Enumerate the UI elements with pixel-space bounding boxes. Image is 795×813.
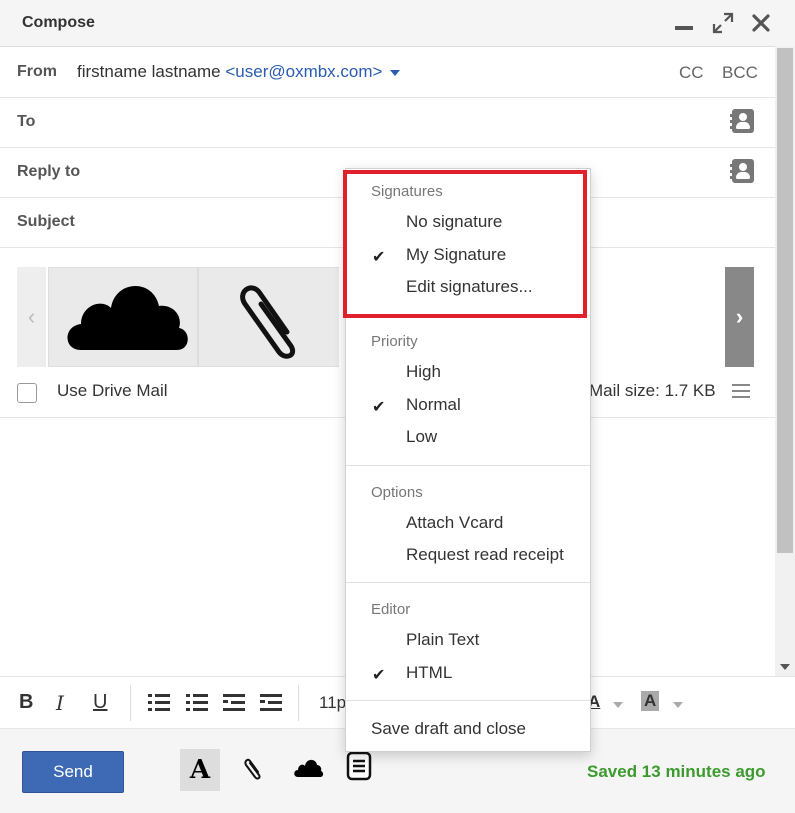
scrollbar-thumb[interactable] <box>777 48 793 553</box>
menu-item-label: Normal <box>406 395 461 414</box>
attachment-thumbnail[interactable] <box>198 267 339 367</box>
menu-item-no-signature[interactable]: No signature <box>346 208 590 238</box>
menu-item-save-draft[interactable]: Save draft and close <box>346 715 590 745</box>
cloud-icon <box>67 285 188 350</box>
chevron-down-icon[interactable] <box>613 702 623 708</box>
to-row[interactable]: To <box>0 97 775 148</box>
indent-icon[interactable] <box>260 693 282 713</box>
checkmark-icon: ✔ <box>372 667 386 684</box>
from-row: From firstname lastname <user@oxmbx.com>… <box>0 47 775 98</box>
menu-item-label: HTML <box>406 663 453 682</box>
bcc-toggle[interactable]: BCC <box>722 63 758 83</box>
menu-item-label: My Signature <box>406 245 507 264</box>
from-sender[interactable]: firstname lastname <user@oxmbx.com> <box>77 62 401 82</box>
menu-item-priority-normal[interactable]: ✔ Normal <box>346 391 590 421</box>
bullet-list-icon[interactable] <box>148 693 170 713</box>
menu-divider <box>346 315 590 316</box>
from-email: <user@oxmbx.com> <box>225 62 383 81</box>
menu-item-label: Attach Vcard <box>406 513 504 532</box>
checkmark-icon: ✔ <box>372 249 386 266</box>
from-name: firstname lastname <box>77 62 221 81</box>
text-format-icon[interactable]: A <box>180 749 220 791</box>
options-heading: Options <box>371 484 423 501</box>
compose-titlebar: Compose <box>0 0 795 47</box>
from-label: From <box>17 63 57 80</box>
close-icon[interactable] <box>748 10 774 36</box>
bold-button[interactable]: B <box>19 691 33 714</box>
toolbar-divider <box>130 685 131 721</box>
vertical-scrollbar[interactable] <box>775 46 795 676</box>
menu-item-label: Request read receipt <box>406 545 564 564</box>
saved-status: Saved 13 minutes ago <box>587 762 766 781</box>
menu-item-label: Plain Text <box>406 630 480 649</box>
menu-item-my-signature[interactable]: ✔ My Signature <box>346 241 590 271</box>
menu-item-label: No signature <box>406 212 503 231</box>
attachment-thumbnail[interactable] <box>48 267 198 367</box>
reply-to-label: Reply to <box>17 163 81 180</box>
editor-heading: Editor <box>371 601 411 618</box>
menu-item-label: Save draft and close <box>371 719 526 738</box>
underline-button[interactable]: U <box>93 691 107 714</box>
list-view-icon[interactable] <box>732 384 750 398</box>
menu-item-label: High <box>406 362 441 381</box>
chevron-down-icon[interactable] <box>390 69 401 76</box>
cc-toggle[interactable]: CC <box>679 63 704 83</box>
to-label: To <box>17 113 36 130</box>
subject-label: Subject <box>17 213 75 230</box>
menu-item-attach-vcard[interactable]: Attach Vcard <box>346 509 590 539</box>
expand-icon[interactable] <box>710 10 736 36</box>
menu-item-html[interactable]: ✔ HTML <box>346 659 590 689</box>
signatures-heading: Signatures <box>371 183 443 200</box>
cloud-icon[interactable] <box>291 755 325 788</box>
use-drive-mail-label: Use Drive Mail <box>57 381 168 400</box>
options-menu-icon[interactable] <box>346 751 372 788</box>
scroll-right-icon[interactable]: › <box>725 267 754 367</box>
minimize-icon[interactable] <box>671 10 697 36</box>
menu-item-read-receipt[interactable]: Request read receipt <box>346 541 590 571</box>
menu-item-label: Low <box>406 427 438 446</box>
mail-size: Mail size: 1.7 KB <box>589 381 716 400</box>
menu-divider <box>346 465 590 466</box>
send-button[interactable]: Send <box>22 751 124 793</box>
checkmark-icon: ✔ <box>372 399 386 416</box>
outdent-icon[interactable] <box>223 693 245 713</box>
window-title: Compose <box>22 14 95 31</box>
priority-heading: Priority <box>371 333 418 350</box>
compose-options-menu: Signatures No signature ✔ My Signature E… <box>345 168 591 752</box>
menu-item-label: Edit signatures... <box>406 277 533 296</box>
scroll-down-icon[interactable] <box>780 664 790 670</box>
address-book-icon[interactable] <box>730 109 754 133</box>
font-size-select[interactable]: 11p <box>319 693 346 713</box>
menu-divider <box>346 700 590 701</box>
numbered-list-icon[interactable] <box>186 693 208 713</box>
scroll-left-icon[interactable]: ‹ <box>17 267 46 367</box>
menu-item-priority-high[interactable]: High <box>346 358 590 388</box>
address-book-icon[interactable] <box>730 159 754 183</box>
menu-divider <box>346 582 590 583</box>
paperclip-icon[interactable] <box>241 755 267 788</box>
menu-item-edit-signatures[interactable]: Edit signatures... <box>346 273 590 303</box>
chevron-down-icon[interactable] <box>673 702 683 708</box>
background-color-button[interactable]: A <box>641 691 660 711</box>
use-drive-mail-checkbox[interactable] <box>17 383 37 403</box>
toolbar-divider <box>298 685 299 721</box>
menu-item-plain-text[interactable]: Plain Text <box>346 626 590 656</box>
italic-button[interactable]: I <box>56 691 64 715</box>
paperclip-icon <box>240 285 295 359</box>
menu-item-priority-low[interactable]: Low <box>346 423 590 453</box>
